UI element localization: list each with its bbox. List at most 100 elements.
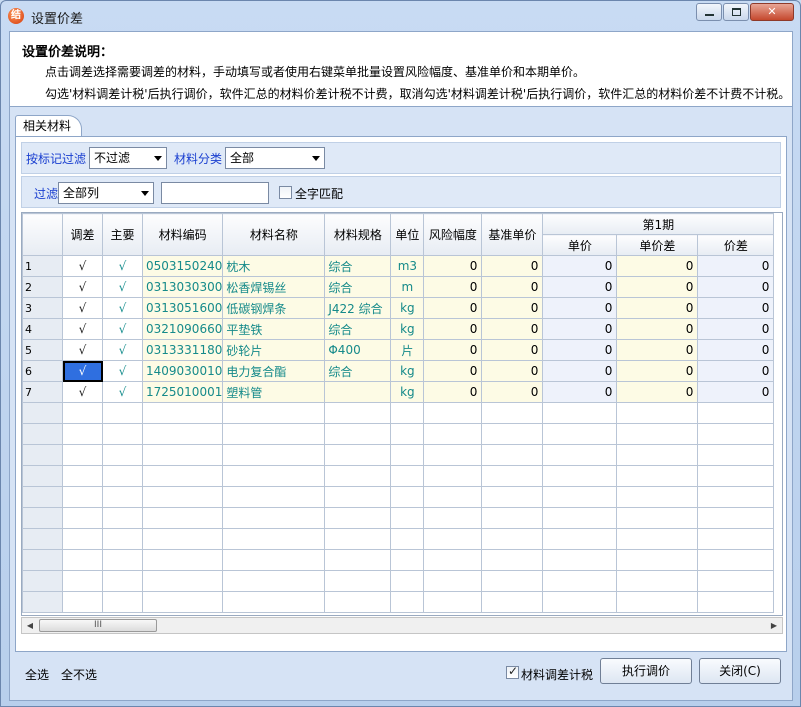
unit-price-diff-cell[interactable]: 0 xyxy=(616,339,699,361)
empty-table-row[interactable] xyxy=(22,402,775,424)
empty-cell[interactable] xyxy=(324,465,392,487)
empty-cell[interactable] xyxy=(423,423,483,445)
header-base-price[interactable]: 基准单价 xyxy=(481,213,544,256)
base-price-cell[interactable]: 0 xyxy=(481,276,544,298)
risk-cell[interactable]: 0 xyxy=(423,318,483,340)
empty-cell[interactable] xyxy=(62,402,103,424)
empty-cell[interactable] xyxy=(481,402,544,424)
header-main[interactable]: 主要 xyxy=(102,213,143,256)
empty-cell[interactable] xyxy=(390,549,425,571)
horizontal-scrollbar[interactable]: ◀ III ▶ xyxy=(21,617,783,634)
empty-cell[interactable] xyxy=(141,423,224,445)
empty-cell[interactable] xyxy=(62,444,103,466)
material-name-cell[interactable]: 枕木 xyxy=(222,255,326,277)
empty-cell[interactable] xyxy=(423,486,483,508)
adjust-checkbox-cell[interactable]: √ xyxy=(62,360,103,382)
empty-table-row[interactable] xyxy=(22,570,775,592)
empty-cell[interactable] xyxy=(62,423,103,445)
adjust-checkbox-cell[interactable]: √ xyxy=(62,381,103,403)
empty-cell[interactable] xyxy=(141,486,224,508)
empty-cell[interactable] xyxy=(102,528,143,550)
empty-cell[interactable] xyxy=(542,570,618,592)
empty-cell[interactable] xyxy=(62,486,103,508)
empty-cell[interactable] xyxy=(222,486,326,508)
empty-cell[interactable] xyxy=(481,423,544,445)
empty-cell[interactable] xyxy=(102,402,143,424)
unit-price-diff-cell[interactable]: 0 xyxy=(616,360,699,382)
empty-cell[interactable] xyxy=(616,528,699,550)
header-unit[interactable]: 单位 xyxy=(390,213,425,256)
empty-cell[interactable] xyxy=(141,507,224,529)
empty-cell[interactable] xyxy=(542,507,618,529)
main-checkbox-cell[interactable]: √ xyxy=(102,297,143,319)
empty-cell[interactable] xyxy=(481,570,544,592)
material-spec-cell[interactable]: 综合 xyxy=(324,360,392,382)
price-diff-cell[interactable]: 0 xyxy=(697,360,775,382)
mark-filter-select[interactable]: 不过滤 xyxy=(89,147,167,169)
price-diff-cell[interactable]: 0 xyxy=(697,297,775,319)
empty-cell[interactable] xyxy=(102,570,143,592)
empty-cell[interactable] xyxy=(616,465,699,487)
execute-adjust-button[interactable]: 执行调价 xyxy=(600,658,692,684)
table-row[interactable]: 6 √ √ 1409030010 电力复合酯 综合 kg 0 0 0 0 0 xyxy=(22,360,775,382)
empty-cell[interactable] xyxy=(481,444,544,466)
empty-cell[interactable] xyxy=(141,444,224,466)
empty-cell[interactable] xyxy=(222,465,326,487)
price-diff-cell[interactable]: 0 xyxy=(697,339,775,361)
price-diff-cell[interactable]: 0 xyxy=(697,318,775,340)
empty-table-row[interactable] xyxy=(22,591,775,613)
header-adjust[interactable]: 调差 xyxy=(62,213,103,256)
minimize-button[interactable] xyxy=(696,3,722,21)
empty-cell[interactable] xyxy=(324,549,392,571)
price-diff-cell[interactable]: 0 xyxy=(697,255,775,277)
empty-cell[interactable] xyxy=(390,528,425,550)
column-select[interactable]: 全部列 xyxy=(58,182,154,204)
table-row[interactable]: 7 √ √ 1725010001 塑料管 kg 0 0 0 0 0 xyxy=(22,381,775,403)
material-name-cell[interactable]: 塑料管 xyxy=(222,381,326,403)
maximize-button[interactable] xyxy=(723,3,749,21)
table-row[interactable]: 3 √ √ 0313051600 低碳钢焊条 J422 综合 kg 0 0 0 0 0 xyxy=(22,297,775,319)
price-diff-cell[interactable]: 0 xyxy=(697,381,775,403)
material-name-cell[interactable]: 平垫铁 xyxy=(222,318,326,340)
scroll-thumb[interactable]: III xyxy=(39,619,157,632)
header-unit-price[interactable]: 单价 xyxy=(542,234,618,256)
unit-cell[interactable]: kg xyxy=(390,318,425,340)
empty-cell[interactable] xyxy=(390,591,425,613)
empty-cell[interactable] xyxy=(62,507,103,529)
empty-cell[interactable] xyxy=(390,402,425,424)
empty-cell[interactable] xyxy=(697,402,775,424)
empty-cell[interactable] xyxy=(481,528,544,550)
empty-cell[interactable] xyxy=(141,402,224,424)
empty-cell[interactable] xyxy=(324,444,392,466)
risk-cell[interactable]: 0 xyxy=(423,297,483,319)
table-row[interactable]: 4 √ √ 0321090660 平垫铁 综合 kg 0 0 0 0 0 xyxy=(22,318,775,340)
material-code-cell[interactable]: 0313051600 xyxy=(141,297,224,319)
empty-cell[interactable] xyxy=(390,486,425,508)
unit-price-cell[interactable]: 0 xyxy=(542,276,618,298)
empty-table-row[interactable] xyxy=(22,423,775,445)
empty-cell[interactable] xyxy=(102,465,143,487)
unit-price-diff-cell[interactable]: 0 xyxy=(616,255,699,277)
header-name[interactable]: 材料名称 xyxy=(222,213,326,256)
empty-cell[interactable] xyxy=(141,570,224,592)
empty-cell[interactable] xyxy=(423,465,483,487)
material-spec-cell[interactable]: 综合 xyxy=(324,318,392,340)
unit-cell[interactable]: 片 xyxy=(390,339,425,361)
empty-cell[interactable] xyxy=(390,444,425,466)
base-price-cell[interactable]: 0 xyxy=(481,297,544,319)
empty-cell[interactable] xyxy=(324,402,392,424)
empty-cell[interactable] xyxy=(222,402,326,424)
empty-cell[interactable] xyxy=(697,591,775,613)
empty-cell[interactable] xyxy=(423,591,483,613)
risk-cell[interactable]: 0 xyxy=(423,276,483,298)
empty-cell[interactable] xyxy=(481,507,544,529)
unit-price-cell[interactable]: 0 xyxy=(542,297,618,319)
material-code-cell[interactable]: 0313331180 xyxy=(141,339,224,361)
empty-cell[interactable] xyxy=(324,486,392,508)
risk-cell[interactable]: 0 xyxy=(423,360,483,382)
empty-cell[interactable] xyxy=(423,528,483,550)
empty-cell[interactable] xyxy=(542,465,618,487)
empty-cell[interactable] xyxy=(423,402,483,424)
empty-cell[interactable] xyxy=(616,423,699,445)
empty-cell[interactable] xyxy=(697,465,775,487)
